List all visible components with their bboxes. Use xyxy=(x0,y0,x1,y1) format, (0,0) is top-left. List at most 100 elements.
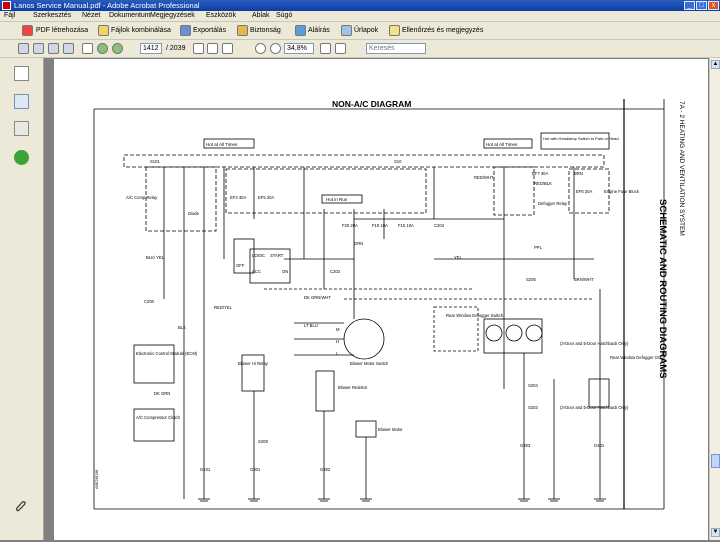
menu-edit[interactable]: Szerkesztés xyxy=(33,11,71,21)
navigation-toolbar: 1412 / 2039 34,8% Keresés xyxy=(0,40,720,58)
hot-in-run-label: Hot in Run xyxy=(326,197,348,202)
comment-icon xyxy=(389,25,400,36)
signatures-icon[interactable] xyxy=(14,121,29,136)
close-button[interactable]: x xyxy=(708,1,719,10)
save-icon[interactable] xyxy=(33,43,44,54)
red-blk-label: RED/BLK xyxy=(534,181,552,186)
hatchback-note-label-2: (3-Door and 5-Door Hatchback Only) xyxy=(560,405,629,410)
c200-label: C200 xyxy=(144,299,155,304)
g101-label: G101 xyxy=(200,467,211,472)
defogger-relay-label: Defogger Relay xyxy=(538,201,568,206)
vertical-scrollbar[interactable]: ▲ ▼ xyxy=(709,58,720,540)
page-icon[interactable] xyxy=(82,43,93,54)
help-icon[interactable] xyxy=(14,150,29,165)
hatchback-note-label: (3-Door and 5-Door Hatchback Only) xyxy=(560,341,629,346)
side-code: A6E26D38 xyxy=(94,469,99,489)
hot-at-all-times-label-2: Hot at All Times xyxy=(486,142,518,147)
zoom-in-icon[interactable] xyxy=(270,43,281,54)
ef3-label: EF3 30A xyxy=(230,195,247,200)
hot-at-all-times-label: Hot at All Times xyxy=(206,142,238,147)
sign-button[interactable]: Aláírás xyxy=(308,24,330,37)
fit-width-icon[interactable] xyxy=(335,43,346,54)
open-icon[interactable] xyxy=(18,43,29,54)
forms-button[interactable]: Űrlapok xyxy=(354,24,378,37)
menu-help[interactable]: Súgó xyxy=(276,11,292,21)
red-yel-label: RED/YEL xyxy=(214,305,233,310)
menu-document[interactable]: Dokumentum xyxy=(109,11,151,21)
combine-files-button[interactable]: Fájlok kombinálása xyxy=(111,24,171,37)
arrow-up-icon[interactable] xyxy=(97,43,108,54)
pin-m-label: M xyxy=(336,327,340,332)
g301-label: G301 xyxy=(250,467,261,472)
pages-icon[interactable] xyxy=(14,66,29,81)
page-total: / 2039 xyxy=(166,45,186,52)
menu-comments[interactable]: Megjegyzések xyxy=(150,11,195,21)
off-label: OFF xyxy=(236,263,245,268)
side-title: SCHEMATIC AND ROUTING DIAGRAMS xyxy=(657,199,668,378)
minimize-button[interactable]: _ xyxy=(684,1,695,10)
review-comment-button[interactable]: Ellenőrzés és megjegyzés xyxy=(402,24,483,37)
diagram-title: NON-A/C DIAGRAM xyxy=(332,99,411,109)
select-tool-icon[interactable] xyxy=(207,43,218,54)
ppl-label: PPL xyxy=(534,245,543,250)
diode-label: Diode xyxy=(188,211,200,216)
g303-label: G303 xyxy=(520,443,531,448)
hand-tool-icon[interactable] xyxy=(193,43,204,54)
zoom-tool-icon[interactable] xyxy=(222,43,233,54)
lt-blu-label: LT BLU xyxy=(304,323,318,328)
acrobat-app-icon xyxy=(2,1,11,10)
bookmarks-icon[interactable] xyxy=(14,94,29,109)
blk-yel-label: BLK/ YEL xyxy=(146,255,165,260)
forms-icon xyxy=(341,25,352,36)
menu-file[interactable]: Fájl xyxy=(4,11,15,21)
s205-label: S205 xyxy=(526,277,536,282)
wiring-diagram: NON-A/C DIAGRAM 7A - 2 HEATING AND VENTI… xyxy=(93,99,685,510)
tasks-toolbar: PDF létrehozása Fájlok kombinálása Expor… xyxy=(0,22,720,40)
arrow-down-icon[interactable] xyxy=(112,43,123,54)
yel-label: YEL xyxy=(454,255,463,260)
export-button[interactable]: Exportálás xyxy=(193,24,226,37)
search-input[interactable]: Keresés xyxy=(366,43,426,54)
zoom-input[interactable]: 34,8% xyxy=(284,43,314,54)
menu-bar: Fájl Szerkesztés Nézet Dokumentum Megjeg… xyxy=(0,11,720,22)
s10-label: S10 xyxy=(394,159,402,164)
ac-comp-relay-label: A/C Comp Relay xyxy=(126,195,158,200)
scrollbar-thumb[interactable] xyxy=(711,454,720,468)
side-header: 7A - 2 HEATING AND VENTILATION SYSTEM xyxy=(678,101,685,236)
on-label: ON xyxy=(282,269,288,274)
hot-headlamp-label: Hot with Headlamp Switch in Park or Head xyxy=(543,136,619,141)
scroll-down-icon[interactable]: ▼ xyxy=(711,528,720,537)
email-icon[interactable] xyxy=(63,43,74,54)
start-label: START xyxy=(270,253,284,258)
g401-label: G401 xyxy=(594,443,605,448)
blower-motor-label: Blower Motor xyxy=(378,427,403,432)
combine-files-icon xyxy=(98,25,109,36)
title-bar: Lanos Service Manual.pdf - Adobe Acrobat… xyxy=(0,0,720,11)
fit-page-icon[interactable] xyxy=(320,43,331,54)
menu-view[interactable]: Nézet xyxy=(82,11,100,21)
f19-label: F19 10A xyxy=(372,223,388,228)
blower-resistor-label: Blower Resistor xyxy=(338,385,368,390)
zoom-out-icon[interactable] xyxy=(255,43,266,54)
create-pdf-button[interactable]: PDF létrehozása xyxy=(36,24,88,37)
s208-label: S208 xyxy=(258,439,268,444)
logic-label: LOGIC xyxy=(252,253,265,258)
secure-button[interactable]: Biztonság xyxy=(250,24,281,37)
dk-grn-label: DK GRN xyxy=(154,391,170,396)
attachment-icon[interactable] xyxy=(14,500,29,515)
blk-label: BLK xyxy=(178,325,186,330)
window-title: Lanos Service Manual.pdf - Adobe Acrobat… xyxy=(14,1,200,10)
ef6-label: EF6 20A xyxy=(576,189,593,194)
scroll-up-icon[interactable]: ▲ xyxy=(711,60,720,69)
dk-grn-wht-label: DK GRN/WHT xyxy=(304,295,331,300)
page-number-input[interactable]: 1412 xyxy=(140,43,162,54)
navigation-panel xyxy=(0,58,44,540)
create-pdf-icon xyxy=(22,25,33,36)
grn-label: GRN xyxy=(354,241,363,246)
maximize-button[interactable]: □ xyxy=(696,1,707,10)
lock-icon xyxy=(237,25,248,36)
menu-tools[interactable]: Eszközök xyxy=(206,11,236,21)
print-icon[interactable] xyxy=(48,43,59,54)
menu-window[interactable]: Ablak xyxy=(252,11,270,21)
pin-h-label: H xyxy=(336,339,339,344)
